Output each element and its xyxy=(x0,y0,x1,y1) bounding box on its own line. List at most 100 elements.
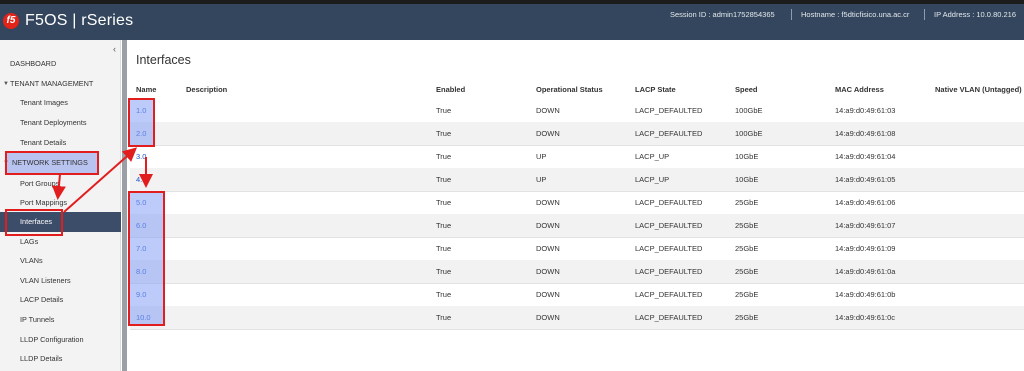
sidebar-scrollbar[interactable] xyxy=(122,40,127,371)
collapse-sidebar-icon[interactable]: ‹ xyxy=(113,44,116,54)
cell-operational-status: UP xyxy=(536,152,547,161)
browser-strip xyxy=(0,0,1024,4)
sidebar-item-label: LACP Details xyxy=(20,295,64,304)
sidebar-item-label: Port Mappings xyxy=(20,198,68,207)
table-row[interactable]: 4.0 True UP LACP_UP 10GbE 14:a9:d0:49:61:05 xyxy=(130,168,1024,191)
cell-speed: 100GbE xyxy=(735,106,763,115)
cell-name[interactable]: 3.0 xyxy=(136,145,146,168)
sidebar-item-label: Tenant Deployments xyxy=(20,118,87,127)
cell-speed: 10GbE xyxy=(735,152,759,161)
cell-lacp-state: LACP_DEFAULTED xyxy=(635,313,703,322)
sidebar-item-label: LLDP Details xyxy=(20,354,63,363)
cell-enabled: True xyxy=(436,244,452,253)
top-bar: f5 F5OS | rSeries Session ID : admin1752… xyxy=(0,0,1024,40)
cell-speed: 25GbE xyxy=(735,290,759,299)
sidebar-item-tenant-images[interactable]: Tenant Images xyxy=(0,93,121,113)
column-header-native-vlan[interactable]: Native VLAN (Untagged) xyxy=(935,85,1022,94)
session-id: Session ID : admin1752854365 xyxy=(670,10,775,19)
cell-lacp-state: LACP_DEFAULTED xyxy=(635,106,703,115)
sidebar-item-lldp-configuration[interactable]: LLDP Configuration xyxy=(0,330,121,350)
cell-mac-address: 14:a9:d0:49:61:0c xyxy=(835,313,896,322)
table-row[interactable]: 7.0TrueDOWNLACP_DEFAULTED25GbE14:a9:d0:4… xyxy=(130,237,1024,260)
cell-lacp-state: LACP_DEFAULTED xyxy=(635,267,703,276)
cell-operational-status: DOWN xyxy=(536,198,560,207)
table-row[interactable]: 6.0TrueDOWNLACP_DEFAULTED25GbE14:a9:d0:4… xyxy=(130,214,1024,237)
sidebar-item-label: TENANT MANAGEMENT xyxy=(10,79,94,88)
sidebar-item-port-groups[interactable]: Port Groups xyxy=(0,174,121,194)
cell-speed: 10GbE xyxy=(735,175,759,184)
page-title: Interfaces xyxy=(136,53,191,67)
cell-enabled: True xyxy=(436,152,452,161)
cell-mac-address: 14:a9:d0:49:61:09 xyxy=(835,244,896,253)
cell-enabled: True xyxy=(436,129,452,138)
cell-mac-address: 14:a9:d0:49:61:05 xyxy=(835,175,896,184)
table-row[interactable]: 1.0TrueDOWNLACP_DEFAULTED100GbE14:a9:d0:… xyxy=(130,99,1024,122)
sidebar-item-label: Tenant Details xyxy=(20,138,67,147)
cell-speed: 25GbE xyxy=(735,244,759,253)
cell-mac-address: 14:a9:d0:49:61:06 xyxy=(835,198,896,207)
column-header-speed[interactable]: Speed xyxy=(735,85,758,94)
column-header-enabled[interactable]: Enabled xyxy=(436,85,465,94)
sidebar-item-label: LLDP Configuration xyxy=(20,335,84,344)
column-header-mac-address[interactable]: MAC Address xyxy=(835,85,884,94)
column-header-description[interactable]: Description xyxy=(186,85,227,94)
sidebar-item-vlan-listeners[interactable]: VLAN Listeners xyxy=(0,271,121,291)
cell-operational-status: DOWN xyxy=(536,221,560,230)
cell-mac-address: 14:a9:d0:49:61:08 xyxy=(835,129,896,138)
sidebar-item-ip-tunnels[interactable]: IP Tunnels xyxy=(0,310,121,330)
ip-address: IP Address : 10.0.80.216 xyxy=(934,10,1017,19)
sidebar-item-label: VLANs xyxy=(20,256,43,265)
sidebar-item-label: VLAN Listeners xyxy=(20,276,71,285)
cell-enabled: True xyxy=(436,313,452,322)
sidebar-item-label: LAGs xyxy=(20,237,39,246)
cell-mac-address: 14:a9:d0:49:61:0a xyxy=(835,267,896,276)
table-row[interactable]: 5.0TrueDOWNLACP_DEFAULTED25GbE14:a9:d0:4… xyxy=(130,191,1024,214)
cell-operational-status: DOWN xyxy=(536,129,560,138)
column-header-operational-status[interactable]: Operational Status xyxy=(536,85,603,94)
cell-enabled: True xyxy=(436,267,452,276)
product-title: F5OS | rSeries xyxy=(25,12,134,29)
cell-name[interactable]: 4.0 xyxy=(136,168,146,191)
cell-lacp-state: LACP_UP xyxy=(635,175,670,184)
sidebar-item-label: DASHBOARD xyxy=(10,59,57,68)
table-row[interactable]: 2.0TrueDOWNLACP_DEFAULTED100GbE14:a9:d0:… xyxy=(130,122,1024,145)
hostname: Hostname : f5dticfisico.una.ac.cr xyxy=(801,10,910,19)
cell-mac-address: 14:a9:d0:49:61:03 xyxy=(835,106,896,115)
sidebar-item-label: Tenant Images xyxy=(20,98,68,107)
cell-operational-status: DOWN xyxy=(536,290,560,299)
table-row[interactable]: 3.0 True UP LACP_UP 10GbE 14:a9:d0:49:61:04 xyxy=(130,145,1024,168)
sidebar-item-label: IP Tunnels xyxy=(20,315,55,324)
cell-lacp-state: LACP_DEFAULTED xyxy=(635,221,703,230)
cell-lacp-state: LACP_DEFAULTED xyxy=(635,244,703,253)
table-row[interactable]: 9.0TrueDOWNLACP_DEFAULTED25GbE14:a9:d0:4… xyxy=(130,283,1024,306)
cell-operational-status: DOWN xyxy=(536,267,560,276)
table-row[interactable]: 8.0TrueDOWNLACP_DEFAULTED25GbE14:a9:d0:4… xyxy=(130,260,1024,283)
sidebar-item-tenant-management[interactable]: ▼ TENANT MANAGEMENT xyxy=(0,74,121,94)
sidebar-item-tenant-deployments[interactable]: Tenant Deployments xyxy=(0,113,121,133)
table-row[interactable]: 10.0TrueDOWNLACP_DEFAULTED25GbE14:a9:d0:… xyxy=(130,306,1024,329)
sidebar-item-vlans[interactable]: VLANs xyxy=(0,251,121,271)
f5-logo: f5 xyxy=(3,13,19,29)
annotation-box xyxy=(5,151,99,175)
cell-mac-address: 14:a9:d0:49:61:04 xyxy=(835,152,896,161)
column-header-name[interactable]: Name xyxy=(136,85,156,94)
row-divider xyxy=(130,329,1024,330)
cell-lacp-state: LACP_DEFAULTED xyxy=(635,290,703,299)
cell-operational-status: UP xyxy=(536,175,547,184)
sidebar-item-label: Port Groups xyxy=(20,179,60,188)
cell-mac-address: 14:a9:d0:49:61:07 xyxy=(835,221,896,230)
caret-down-icon: ▼ xyxy=(3,81,9,87)
sidebar-item-dashboard[interactable]: DASHBOARD xyxy=(0,54,121,74)
header-separator xyxy=(791,9,792,20)
sidebar-item-lldp-details[interactable]: LLDP Details xyxy=(0,349,121,369)
cell-lacp-state: LACP_UP xyxy=(635,152,670,161)
annotation-box xyxy=(128,191,165,326)
sidebar-item-lacp-details[interactable]: LACP Details xyxy=(0,290,121,310)
column-header-lacp-state[interactable]: LACP State xyxy=(635,85,676,94)
cell-speed: 25GbE xyxy=(735,221,759,230)
cell-enabled: True xyxy=(436,175,452,184)
cell-enabled: True xyxy=(436,198,452,207)
cell-operational-status: DOWN xyxy=(536,106,560,115)
cell-speed: 25GbE xyxy=(735,198,759,207)
sidebar-item-tenant-details[interactable]: Tenant Details xyxy=(0,133,121,153)
